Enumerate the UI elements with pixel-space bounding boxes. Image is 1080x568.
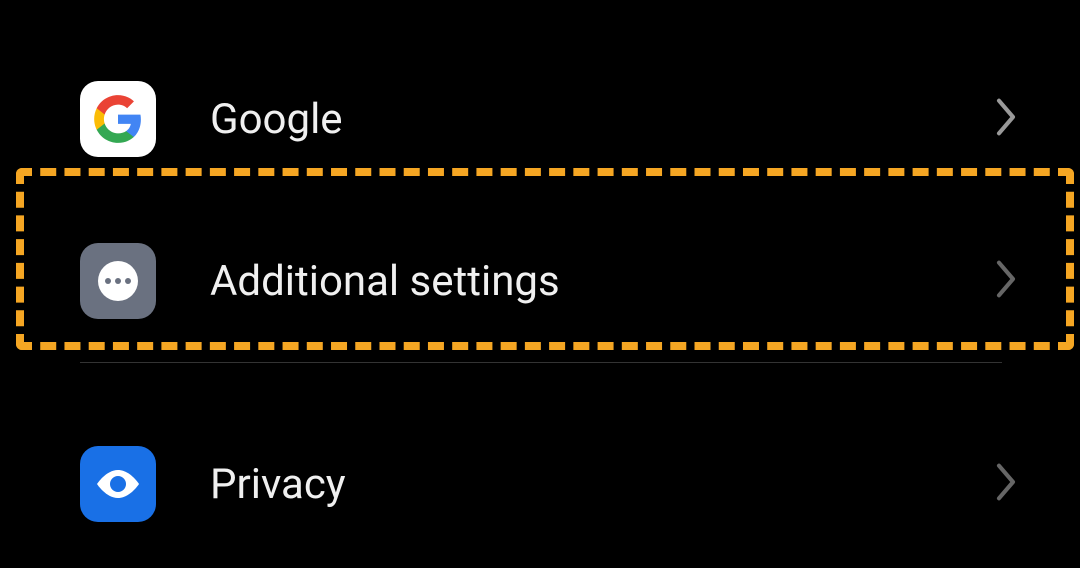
- settings-item-label: Additional settings: [210, 257, 992, 306]
- settings-item-label: Privacy: [210, 460, 992, 509]
- more-icon: [80, 243, 156, 319]
- settings-item-google[interactable]: Google: [0, 38, 1080, 200]
- settings-list: Google Additional settings: [0, 0, 1080, 565]
- google-icon: [80, 81, 156, 157]
- chevron-right-icon: [992, 96, 1020, 142]
- privacy-icon: [80, 446, 156, 522]
- settings-item-label: Google: [210, 95, 992, 144]
- chevron-right-icon: [992, 258, 1020, 304]
- divider: [80, 362, 1002, 363]
- chevron-right-icon: [992, 461, 1020, 507]
- settings-item-additional-settings[interactable]: Additional settings: [0, 200, 1080, 362]
- settings-item-privacy[interactable]: Privacy: [0, 403, 1080, 565]
